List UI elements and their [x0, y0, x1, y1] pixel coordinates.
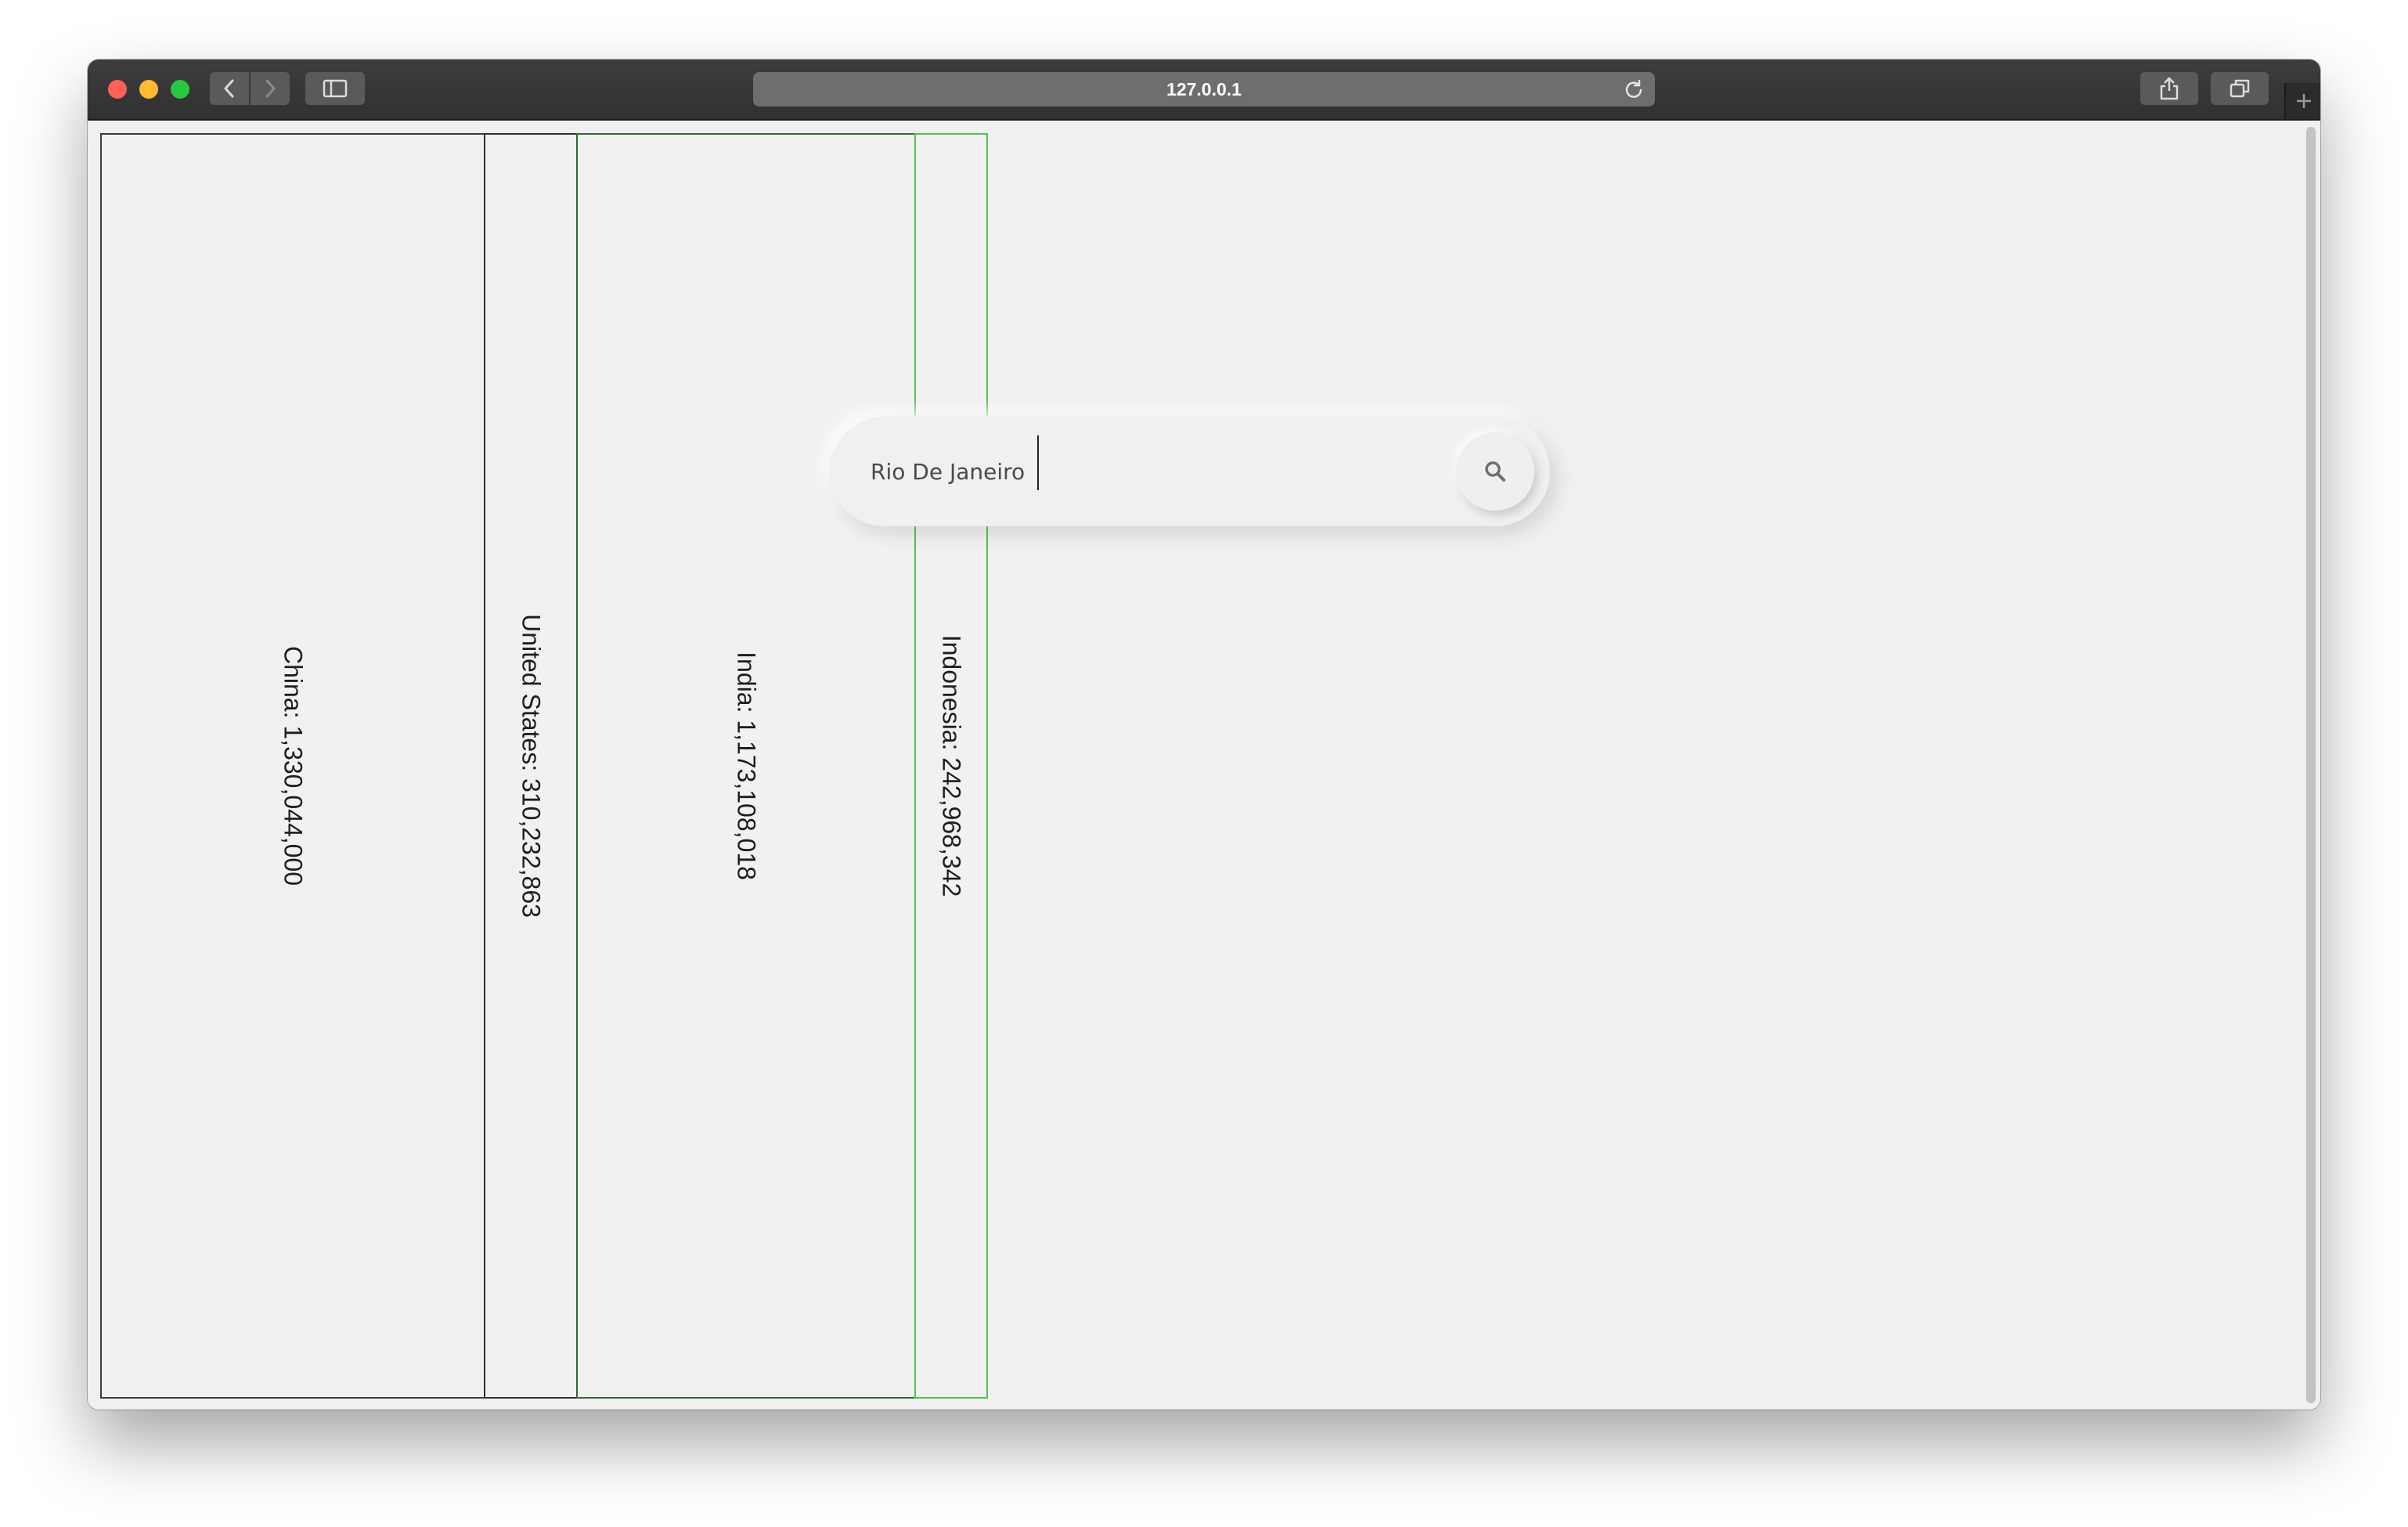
bar-label-indonesia: Indonesia: 242,968,342: [937, 634, 966, 897]
share-button[interactable]: [2140, 72, 2198, 105]
browser-window: 127.0.0.1 China: 1,330,044,000 United St…: [88, 60, 2320, 1410]
search-icon: [1485, 461, 1505, 482]
close-window-button[interactable]: [108, 80, 127, 99]
tabs-icon: [2230, 79, 2250, 98]
chevron-left-icon: [224, 79, 234, 98]
bar-label-united-states: United States: 310,232,863: [517, 614, 546, 918]
share-icon: [2160, 77, 2179, 100]
bar-label-india: India: 1,173,108,018: [732, 652, 761, 880]
search-input[interactable]: [871, 448, 1418, 495]
bar-indonesia: Indonesia: 242,968,342: [914, 133, 988, 1399]
text-caret: [1037, 435, 1039, 490]
back-button[interactable]: [210, 72, 249, 105]
vertical-scrollbar[interactable]: [2306, 127, 2316, 1403]
address-bar[interactable]: 127.0.0.1: [753, 72, 1655, 106]
show-tabs-button[interactable]: [2211, 72, 2269, 105]
sidebar-icon: [323, 79, 348, 98]
bar-china: China: 1,330,044,000: [100, 133, 485, 1399]
reload-icon[interactable]: [1624, 79, 1644, 99]
title-bar: 127.0.0.1: [88, 60, 2320, 121]
search-button[interactable]: [1456, 432, 1534, 511]
bar-india: India: 1,173,108,018: [576, 133, 916, 1399]
search-box: [830, 417, 1550, 526]
chevron-right-icon: [265, 79, 276, 98]
bar-label-china: China: 1,330,044,000: [279, 645, 308, 886]
new-tab-button[interactable]: [2284, 83, 2320, 119]
sidebar-toggle-button[interactable]: [305, 72, 365, 105]
forward-button[interactable]: [251, 72, 290, 105]
url-text: 127.0.0.1: [1166, 78, 1242, 99]
plus-icon: [2297, 94, 2311, 108]
maximize-window-button[interactable]: [171, 80, 189, 99]
page-content: China: 1,330,044,000 United States: 310,…: [88, 121, 2320, 1410]
bar-united-states: United States: 310,232,863: [484, 133, 578, 1399]
minimize-window-button[interactable]: [139, 80, 158, 99]
